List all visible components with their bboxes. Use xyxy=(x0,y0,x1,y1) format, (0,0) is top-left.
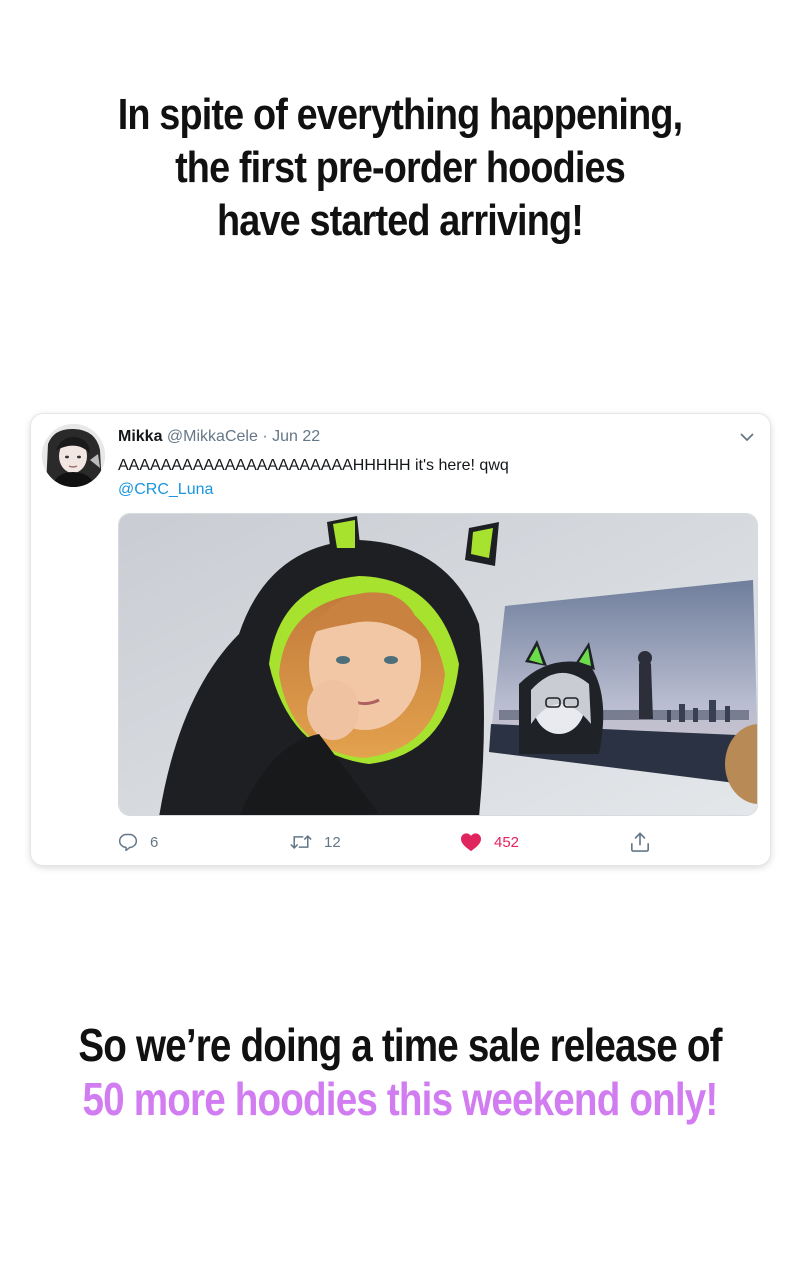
tweet-more-button[interactable] xyxy=(738,428,756,446)
reply-button[interactable]: 6 xyxy=(118,828,158,856)
tweet-mention[interactable]: @CRC_Luna xyxy=(118,478,509,502)
author-name[interactable]: Mikka xyxy=(118,428,162,445)
top-headline: In spite of everything happening, the fi… xyxy=(56,88,744,247)
avatar-image xyxy=(42,424,105,487)
tweet-body: AAAAAAAAAAAAAAAAAAAAAAHHHHH it's here! q… xyxy=(118,457,509,474)
bottom-headline-line-1: So we’re doing a time sale release of xyxy=(78,1019,722,1071)
retweet-icon xyxy=(290,835,312,849)
headline-line-1: In spite of everything happening, xyxy=(117,90,683,139)
speech-bubble-icon xyxy=(118,833,138,852)
retweet-count: 12 xyxy=(324,833,341,851)
bottom-headline-highlight: 50 more hoodies this weekend only! xyxy=(82,1073,719,1125)
header-separator: · xyxy=(262,428,268,445)
chevron-down-icon xyxy=(740,433,754,441)
tweet-date[interactable]: Jun 22 xyxy=(272,428,320,445)
tweet-media[interactable] xyxy=(118,513,758,816)
avatar[interactable] xyxy=(42,424,105,487)
tweet-actions: 6 12 452 xyxy=(118,828,758,856)
share-button[interactable] xyxy=(630,828,650,856)
poster xyxy=(489,580,757,786)
like-count: 452 xyxy=(494,833,520,851)
headline-line-3: have started arriving! xyxy=(217,196,584,245)
retweet-button[interactable]: 12 xyxy=(290,828,341,856)
headline-line-2: the first pre-order hoodies xyxy=(175,143,626,192)
tweet-card[interactable]: Mikka @MikkaCele · Jun 22 AAAAAAAAAAAAAA… xyxy=(31,414,770,865)
hoodie-photo xyxy=(119,514,757,815)
tweet-text: AAAAAAAAAAAAAAAAAAAAAAHHHHH it's here! q… xyxy=(118,454,509,502)
like-button[interactable]: 452 xyxy=(460,828,519,856)
author-handle[interactable]: @MikkaCele xyxy=(167,428,258,445)
heart-icon xyxy=(461,833,481,852)
bottom-headline: So we’re doing a time sale release of 50… xyxy=(64,1018,736,1126)
tweet-header: Mikka @MikkaCele · Jun 22 xyxy=(118,428,320,446)
share-icon xyxy=(631,832,649,852)
reply-count: 6 xyxy=(150,833,159,851)
